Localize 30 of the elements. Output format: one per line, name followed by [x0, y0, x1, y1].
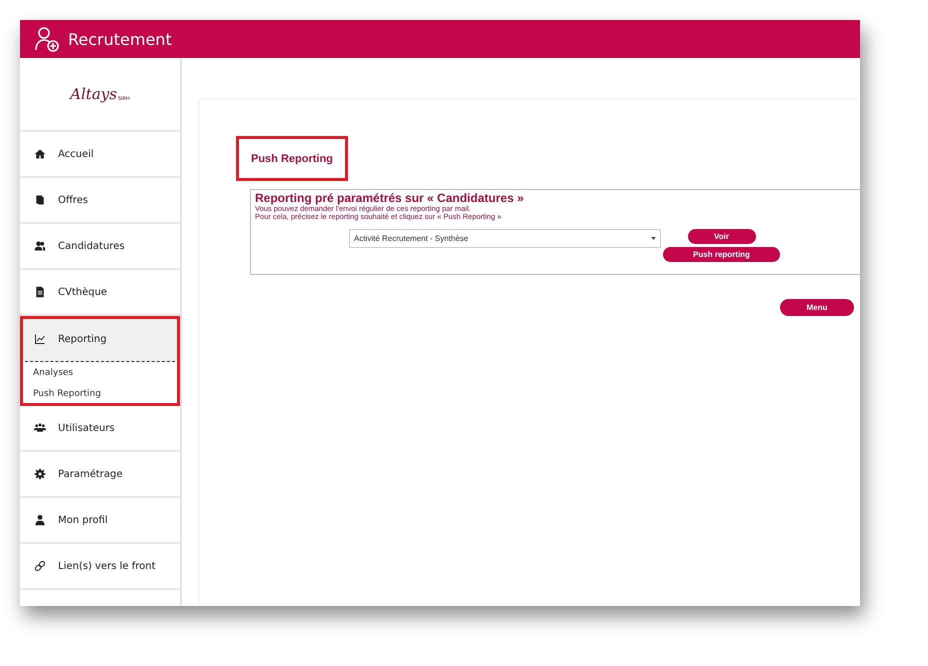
- link-icon: [34, 560, 46, 572]
- sidebar-item[interactable]: Utilisateurs: [20, 406, 180, 450]
- sidebar-item[interactable]: Offres: [20, 178, 180, 222]
- view-button[interactable]: Voir: [688, 228, 756, 244]
- sidebar-item[interactable]: Lien(s) vers le front: [20, 544, 180, 588]
- submenu-item[interactable]: Push Reporting: [20, 383, 180, 404]
- sidebar-item[interactable]: CVthèque: [20, 270, 180, 314]
- file-icon: [34, 286, 46, 298]
- user-add-icon: [34, 26, 60, 52]
- person-icon: [34, 514, 46, 526]
- page-title: Push Reporting: [236, 136, 348, 181]
- menu-button[interactable]: Menu: [780, 298, 854, 316]
- caret-icon: [651, 236, 656, 240]
- group-icon: [34, 422, 46, 434]
- documents-icon: [34, 194, 46, 206]
- chart-icon: [34, 333, 46, 345]
- people-icon: [34, 240, 46, 252]
- sidebar-item[interactable]: Candidatures: [20, 224, 180, 268]
- home-icon: [34, 148, 46, 160]
- logo-text: Altays: [70, 85, 117, 103]
- settings-icon: [34, 468, 46, 480]
- report-select[interactable]: Activité Recrutement - Synthèse: [349, 228, 661, 248]
- panel-heading: Reporting pré paramétrés sur « Candidatures »: [255, 191, 525, 205]
- submenu-item[interactable]: Analyses: [20, 362, 180, 383]
- sidebar-item[interactable]: Mon profil: [20, 498, 180, 542]
- sidebar-item[interactable]: Reporting: [20, 317, 180, 362]
- sidebar-item[interactable]: Accueil: [20, 132, 180, 176]
- sidebar-item[interactable]: Paramétrage: [20, 452, 180, 496]
- app-title: Recrutement: [68, 30, 172, 48]
- push-button[interactable]: Push reporting: [663, 246, 780, 262]
